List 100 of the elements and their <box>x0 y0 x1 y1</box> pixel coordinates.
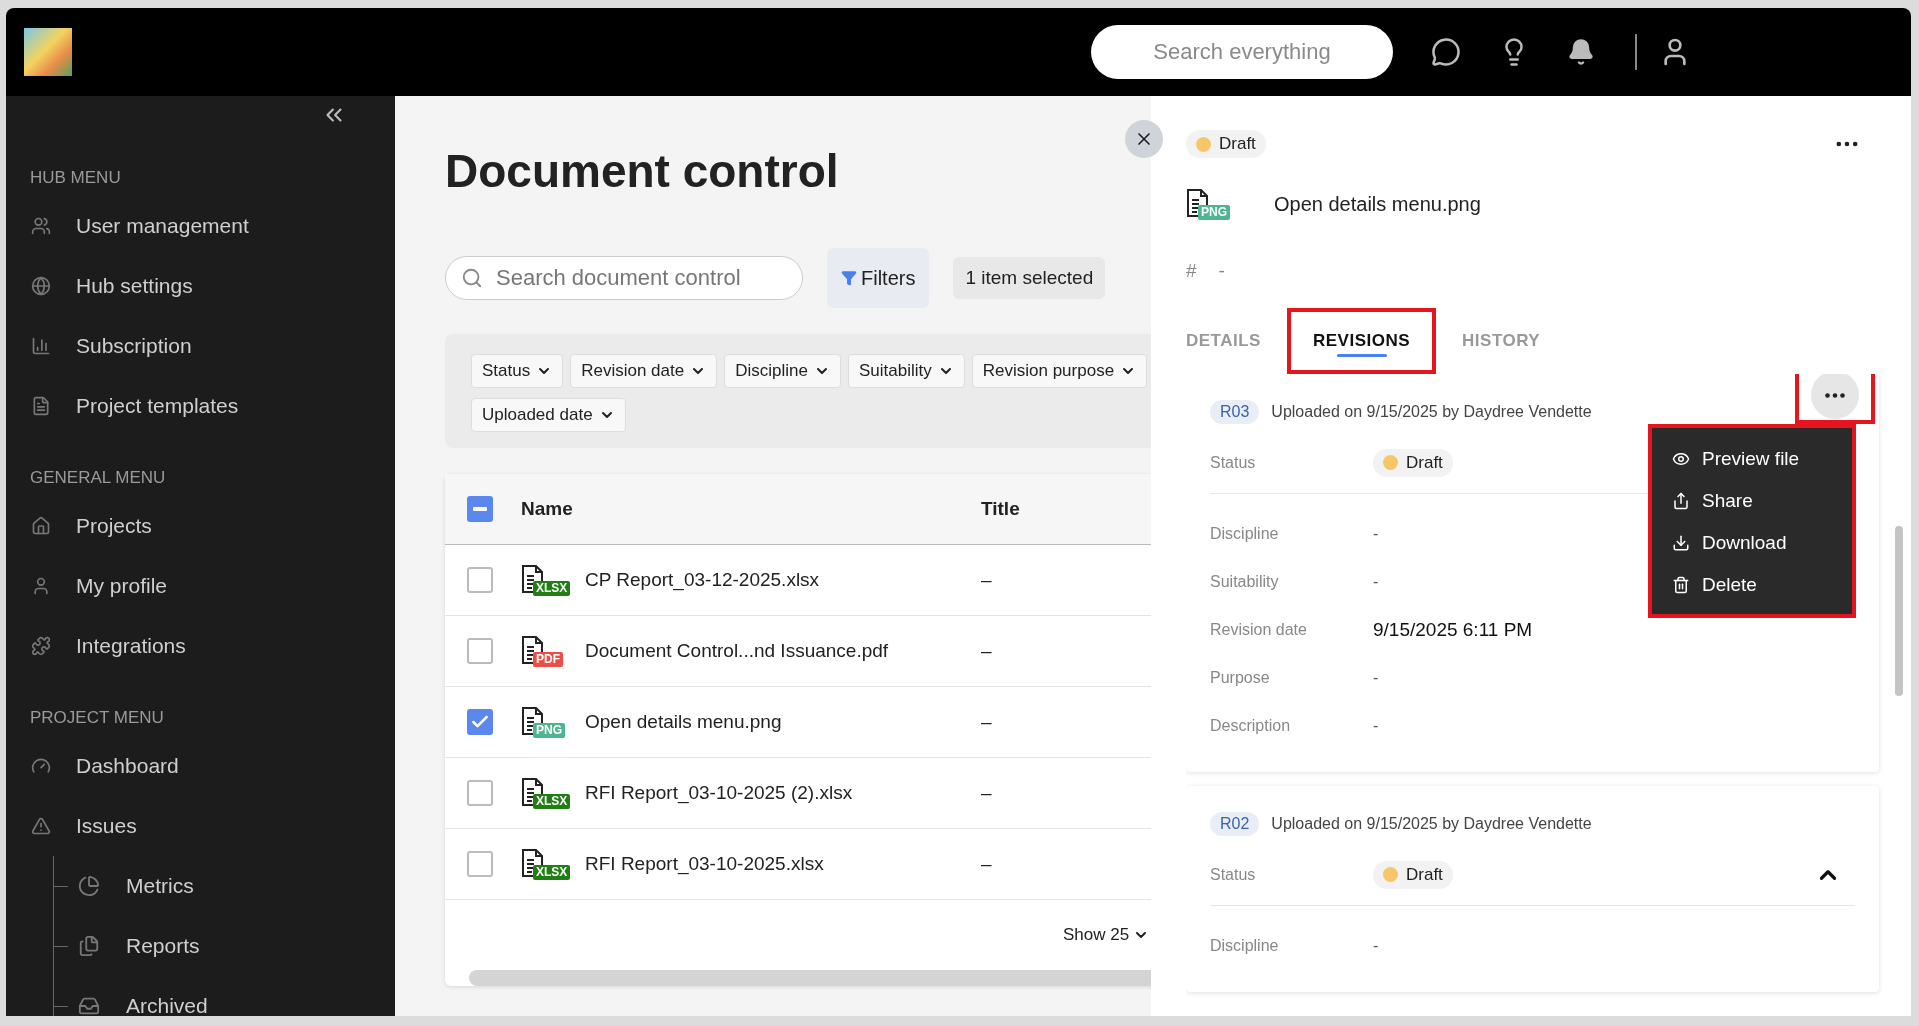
sidebar-icon <box>30 756 52 776</box>
file-type-badge: XLSX <box>533 865 571 880</box>
sidebar-icon <box>78 995 100 1016</box>
file-name[interactable]: RFI Report_03-10-2025 (2).xlsx <box>585 782 853 804</box>
field-label: Discipline <box>1210 937 1280 955</box>
number-value: - <box>1218 260 1225 282</box>
sidebar-icon <box>30 636 52 656</box>
horizontal-scrollbar[interactable] <box>469 970 1151 986</box>
filter-dropdown[interactable]: Uploaded date <box>471 398 626 432</box>
sidebar-item[interactable]: User management <box>30 196 395 256</box>
file-name[interactable]: RFI Report_03-10-2025.xlsx <box>585 853 824 875</box>
sidebar-item[interactable]: Dashboard <box>30 736 395 796</box>
section-heading: PROJECT MENU <box>30 708 165 728</box>
row-checkbox[interactable] <box>467 780 493 806</box>
select-all-checkbox[interactable] <box>467 496 493 522</box>
field-label: Revision date <box>1210 621 1308 639</box>
status-pill: Draft <box>1373 860 1453 889</box>
filter-dropdown[interactable]: Status <box>471 354 564 388</box>
sidebar-icon <box>30 516 52 536</box>
bell-icon[interactable] <box>1567 38 1595 66</box>
menu-item-icon <box>1672 576 1690 594</box>
field-label: Status <box>1210 453 1257 472</box>
field-value: - <box>1373 717 1379 735</box>
selection-count: 1 item selected <box>953 257 1106 299</box>
vertical-scrollbar[interactable] <box>1895 526 1903 696</box>
page-title: Document control <box>445 144 839 199</box>
filter-dropdown[interactable]: Discipline <box>724 354 841 388</box>
field-value: 9/15/2025 6:11 PM <box>1373 619 1533 641</box>
sidebar-item[interactable]: Subscription <box>30 316 395 376</box>
section-heading: HUB MENU <box>30 168 122 188</box>
upload-info: Uploaded on 9/15/2025 by Daydree Vendette <box>1271 403 1592 421</box>
sidebar-item[interactable]: Issues <box>30 796 395 856</box>
field-label: Discipline <box>1210 525 1280 543</box>
field-label: Purpose <box>1210 669 1271 687</box>
table-cell-text: – <box>981 782 993 804</box>
page-size-dropdown[interactable]: Show 25 <box>1057 924 1151 946</box>
tab[interactable]: REVISIONS <box>1286 308 1437 374</box>
sidebar-item[interactable]: Hub settings <box>30 256 395 316</box>
status-pill: Draft <box>1186 130 1266 158</box>
field-label: Status <box>1210 865 1257 884</box>
menu-item-icon <box>1672 534 1690 552</box>
row-checkbox[interactable] <box>467 638 493 664</box>
file-name[interactable]: Document Control...nd Issuance.pdf <box>585 640 889 662</box>
sidebar-item[interactable]: Archived <box>78 976 208 1016</box>
revision-code: R03 <box>1210 400 1260 424</box>
search-icon <box>461 267 483 289</box>
table-cell-text: – <box>981 569 993 591</box>
minus-icon <box>473 507 487 511</box>
revision-code: R02 <box>1210 812 1260 836</box>
upload-info: Uploaded on 9/15/2025 by Daydree Vendette <box>1271 815 1592 833</box>
column-header[interactable]: Name <box>521 498 981 520</box>
file-type-badge: PDF <box>533 652 563 667</box>
filter-dropdown[interactable]: Revision purpose <box>971 354 1148 388</box>
column-header[interactable]: Title <box>981 498 1151 520</box>
sidebar-icon <box>30 276 52 296</box>
row-checkbox[interactable] <box>467 851 493 877</box>
filter-dropdown[interactable]: Revision date <box>570 354 718 388</box>
field-value: - <box>1373 573 1379 591</box>
menu-item-icon <box>1672 450 1690 468</box>
search-field[interactable]: Search document control <box>445 256 803 300</box>
chat-icon[interactable] <box>1431 37 1461 67</box>
sidebar-icon <box>30 216 52 236</box>
field-label: Description <box>1210 717 1292 735</box>
menu-item[interactable]: Download <box>1652 522 1852 564</box>
filter-dropdown[interactable]: Suitability <box>847 354 965 388</box>
menu-item[interactable]: Share <box>1652 480 1852 522</box>
sidebar-item[interactable]: Integrations <box>30 616 395 676</box>
number-label: # <box>1186 260 1197 282</box>
field-value: - <box>1373 937 1379 955</box>
menu-item[interactable]: Delete <box>1652 564 1852 606</box>
sidebar-icon <box>30 336 52 356</box>
file-type-badge: PNG <box>1198 205 1230 220</box>
sidebar-item[interactable]: Metrics <box>78 856 194 916</box>
more-options-button[interactable] <box>1811 374 1859 419</box>
menu-item[interactable]: Preview file <box>1652 438 1852 480</box>
close-button[interactable] <box>1125 120 1163 158</box>
sidebar-item[interactable]: Reports <box>78 916 200 976</box>
row-checkbox[interactable] <box>467 567 493 593</box>
sidebar-item[interactable]: My profile <box>30 556 395 616</box>
row-checkbox[interactable] <box>467 709 493 735</box>
sidebar-item[interactable]: Project templates <box>30 376 395 436</box>
filters-button[interactable]: Filters <box>827 248 930 308</box>
file-name[interactable]: Open details menu.png <box>585 711 782 733</box>
sidebar-icon <box>30 816 52 836</box>
table-cell-text: – <box>981 640 993 662</box>
more-icon <box>1825 392 1845 398</box>
field-value: - <box>1373 669 1379 687</box>
table-cell-text: – <box>981 711 993 733</box>
funnel-icon <box>841 270 857 286</box>
sidebar-icon <box>78 935 100 957</box>
search-field[interactable]: Search everything <box>1091 25 1393 79</box>
sidebar-icon <box>78 875 100 897</box>
table-cell-text: – <box>981 853 993 875</box>
file-name[interactable]: CP Report_03-12-2025.xlsx <box>585 569 820 591</box>
menu-item-icon <box>1672 492 1690 510</box>
file-name: Open details menu.png <box>1274 192 1481 216</box>
section-heading: GENERAL MENU <box>30 468 167 488</box>
status-pill: Draft <box>1373 448 1453 477</box>
sidebar-item[interactable]: Projects <box>30 496 395 556</box>
logo-image[interactable] <box>24 28 72 76</box>
